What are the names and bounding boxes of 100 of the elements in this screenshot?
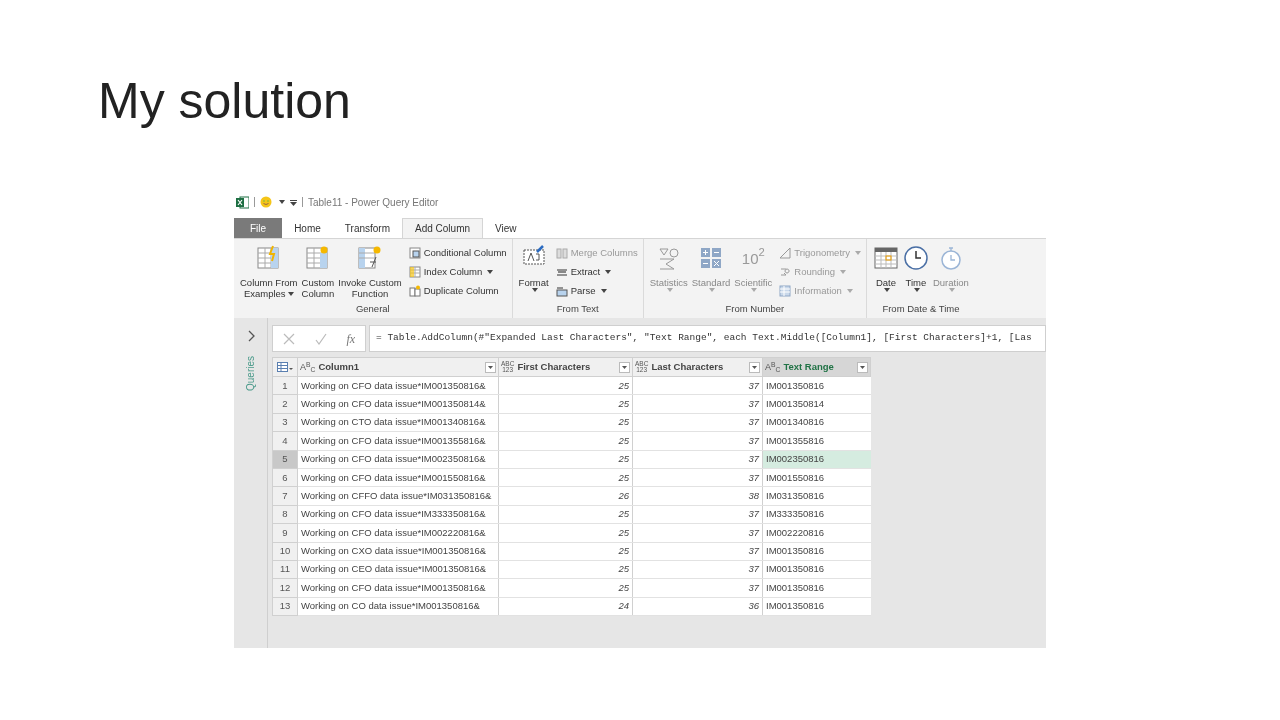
- table-function-icon: [357, 245, 383, 271]
- caret-icon: [279, 200, 285, 204]
- table-cell: 37: [632, 578, 763, 598]
- column-name: Text Range: [783, 359, 835, 374]
- caret-icon: [287, 292, 294, 297]
- table-cell: 25: [498, 413, 633, 432]
- ribbon-tab[interactable]: Add Column: [402, 218, 484, 238]
- caret-icon: [846, 289, 853, 293]
- extract-icon: [555, 266, 568, 278]
- table-cell: IM001350814: [762, 394, 871, 414]
- ribbon-button[interactable]: Duplicate Column: [408, 283, 507, 299]
- caret-icon: [709, 288, 716, 292]
- caret-icon: [913, 288, 920, 292]
- table-cell: 37: [632, 523, 763, 542]
- ribbon-button[interactable]: Conditional Column: [408, 245, 507, 261]
- table-cell: IM001350816: [762, 560, 871, 579]
- filter-dropdown-icon[interactable]: [485, 361, 496, 373]
- table-cell: Working on CO data issue*IM001350816&: [297, 597, 499, 616]
- table-cell: IM001355816: [762, 431, 871, 451]
- caret-icon: [600, 289, 607, 293]
- table-cell: IM001350816: [762, 376, 871, 395]
- table-cell: 38: [632, 486, 763, 506]
- formula-field[interactable]: = Table.AddColumn(#"Expanded Last Characters", "Text Range", each Text.Middle([Column1], [First Characters]+1, [Las: [369, 325, 1046, 352]
- caret-icon: [854, 251, 861, 255]
- table-cell: Working on CFO data issue*IM001355816&: [297, 431, 499, 451]
- table-cell: Working on CFFO data issue*IM031350816&: [297, 486, 499, 506]
- table-cell: 25: [498, 560, 633, 579]
- caret-icon: [666, 288, 673, 292]
- ribbon-button[interactable]: Date: [871, 245, 900, 302]
- table-cell: 25: [498, 542, 633, 561]
- table-cell: 36: [632, 597, 763, 616]
- column-header[interactable]: A$^{B}$$_{C}$ Text Range: [762, 357, 871, 377]
- group-label: General: [354, 302, 391, 316]
- column-name: Column1: [318, 359, 361, 374]
- column-header[interactable]: A$^{B}$$_{C}$ Column1: [297, 357, 499, 377]
- caret-icon: [487, 270, 494, 274]
- table-cell: IM001350816: [762, 597, 871, 616]
- filter-dropdown-icon[interactable]: [749, 361, 760, 373]
- calendar-icon: [872, 245, 899, 271]
- ribbon-button[interactable]: Time: [901, 245, 930, 302]
- caret-icon: [948, 288, 955, 292]
- table-cell: Working on CTO data issue*IM001340816&: [297, 413, 499, 432]
- table-cell: IM001550816: [762, 468, 871, 487]
- table-cell: IM031350816: [762, 486, 871, 506]
- caret-icon: [605, 270, 612, 274]
- smiley-icon[interactable]: [260, 196, 272, 208]
- duplicate-column-icon: [408, 285, 421, 297]
- table-cell: 25: [498, 523, 633, 542]
- table-cell: 25: [498, 376, 633, 395]
- caret-icon: [751, 288, 758, 292]
- group-label: From Date & Time: [881, 302, 961, 316]
- index-column-icon: [408, 266, 421, 278]
- table-cell: 37: [632, 542, 763, 561]
- group-label: From Text: [555, 302, 600, 316]
- table-cell: Working on CFO data issue*IM002350816&: [297, 450, 499, 469]
- table-cell: 37: [632, 431, 763, 451]
- table-cell: IM001340816: [762, 413, 871, 432]
- table-cell: IM333350816: [762, 505, 871, 524]
- spreadsheet-icon[interactable]: [236, 195, 249, 209]
- column-name: First Characters: [517, 359, 592, 374]
- file-tab[interactable]: File: [234, 218, 283, 238]
- table-menu-icon[interactable]: [272, 357, 298, 377]
- table-cell: 37: [632, 376, 763, 395]
- filter-dropdown-icon[interactable]: [619, 361, 630, 373]
- customize-toolbar-icon[interactable]: [290, 198, 297, 206]
- table-cell: Working on CFO data issue*IM001350816&: [297, 578, 499, 598]
- table-cell: Working on CXO data issue*IM001350816&: [297, 542, 499, 561]
- triangle-icon: [779, 247, 792, 259]
- information-icon: [779, 285, 792, 297]
- table-cell: 25: [498, 450, 633, 469]
- filter-dropdown-icon[interactable]: [857, 361, 868, 373]
- ribbon-button[interactable]: Format: [517, 245, 550, 302]
- table-cell: 25: [498, 394, 633, 414]
- function-button[interactable]: fx: [346, 329, 356, 348]
- table-cell: 37: [632, 560, 763, 579]
- table-cell: 25: [498, 468, 633, 487]
- table-cell: Working on CFO data issue*IM001550816&: [297, 468, 499, 487]
- ribbon-button[interactable]: Index Column: [408, 264, 507, 280]
- ribbon-button[interactable]: Parse: [555, 283, 638, 299]
- table-cell: 37: [632, 450, 763, 469]
- parse-icon: [555, 285, 568, 297]
- caret-icon: [840, 270, 846, 274]
- caret-icon: [883, 288, 890, 292]
- table-cell: Working on CFO data issue*IM002220816&: [297, 523, 499, 542]
- ribbon-button[interactable]: Extract: [555, 264, 638, 280]
- clock-icon: [902, 245, 929, 271]
- table-cell: IM002220816: [762, 523, 871, 542]
- table-cell: 37: [632, 505, 763, 524]
- check-icon[interactable]: [314, 332, 327, 345]
- table-cell: Working on CFO data issue*IM333350816&: [297, 505, 499, 524]
- table-cell: Working on CFO data issue*IM001350814&: [297, 394, 499, 414]
- window-title: Table11 - Power Query Editor: [308, 195, 439, 210]
- merge-columns-icon: [555, 247, 568, 259]
- ribbon-button[interactable]: Invoke Custom Function: [337, 245, 403, 302]
- table-cell: 25: [498, 505, 633, 524]
- table-lightning-icon: [255, 245, 282, 271]
- ribbon-button[interactable]: Column From Examples: [239, 245, 299, 302]
- conditional-column-icon: [408, 247, 421, 259]
- table-cell: 37: [632, 413, 763, 432]
- ribbon-button[interactable]: Custom Column: [300, 245, 336, 302]
